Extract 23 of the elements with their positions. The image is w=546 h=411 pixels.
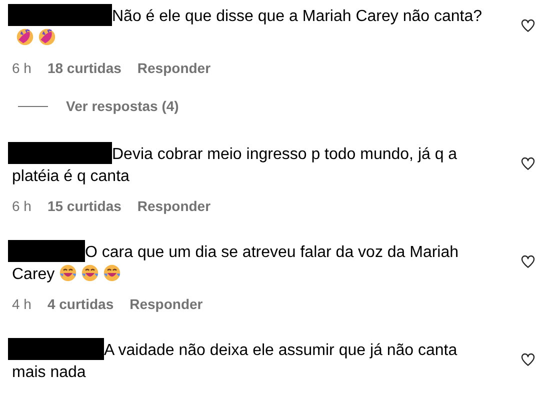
laughing-tears-icon — [80, 264, 99, 282]
reply-link[interactable]: Responder — [137, 60, 211, 76]
comment-text: O cara que um dia se atreveu falar da voz da Mariah Carey — [12, 240, 484, 286]
heart-icon[interactable] — [520, 254, 536, 270]
likes-link[interactable]: 18 curtidas — [47, 60, 122, 76]
comment-text: A vaidade não deixa ele assumir que já não canta mais nada — [12, 338, 484, 384]
view-replies-link[interactable]: Ver respostas (4) — [66, 98, 179, 114]
laughing-tears-icon — [102, 264, 121, 282]
comment-time: 6 h — [12, 60, 32, 76]
likes-link[interactable]: 4 curtidas — [47, 296, 114, 312]
rolling-laughing-icon — [38, 28, 56, 46]
reply-link[interactable]: Responder — [130, 296, 203, 312]
comment-time: 6 h — [12, 198, 32, 214]
heart-icon[interactable] — [520, 352, 536, 368]
comment-text: Não é ele que disse que a Mariah Carey não canta? — [12, 4, 484, 50]
rolling-laughing-icon — [16, 28, 34, 46]
reply-link[interactable]: Responder — [137, 198, 211, 214]
comment-time: 4 h — [12, 296, 32, 312]
likes-link[interactable]: 15 curtidas — [47, 198, 122, 214]
heart-icon[interactable] — [520, 156, 536, 172]
comment-text: Devia cobrar meio ingresso p todo mundo, já q a platéia é q canta — [12, 142, 484, 188]
laughing-tears-icon — [58, 264, 77, 282]
heart-icon[interactable] — [520, 18, 536, 34]
